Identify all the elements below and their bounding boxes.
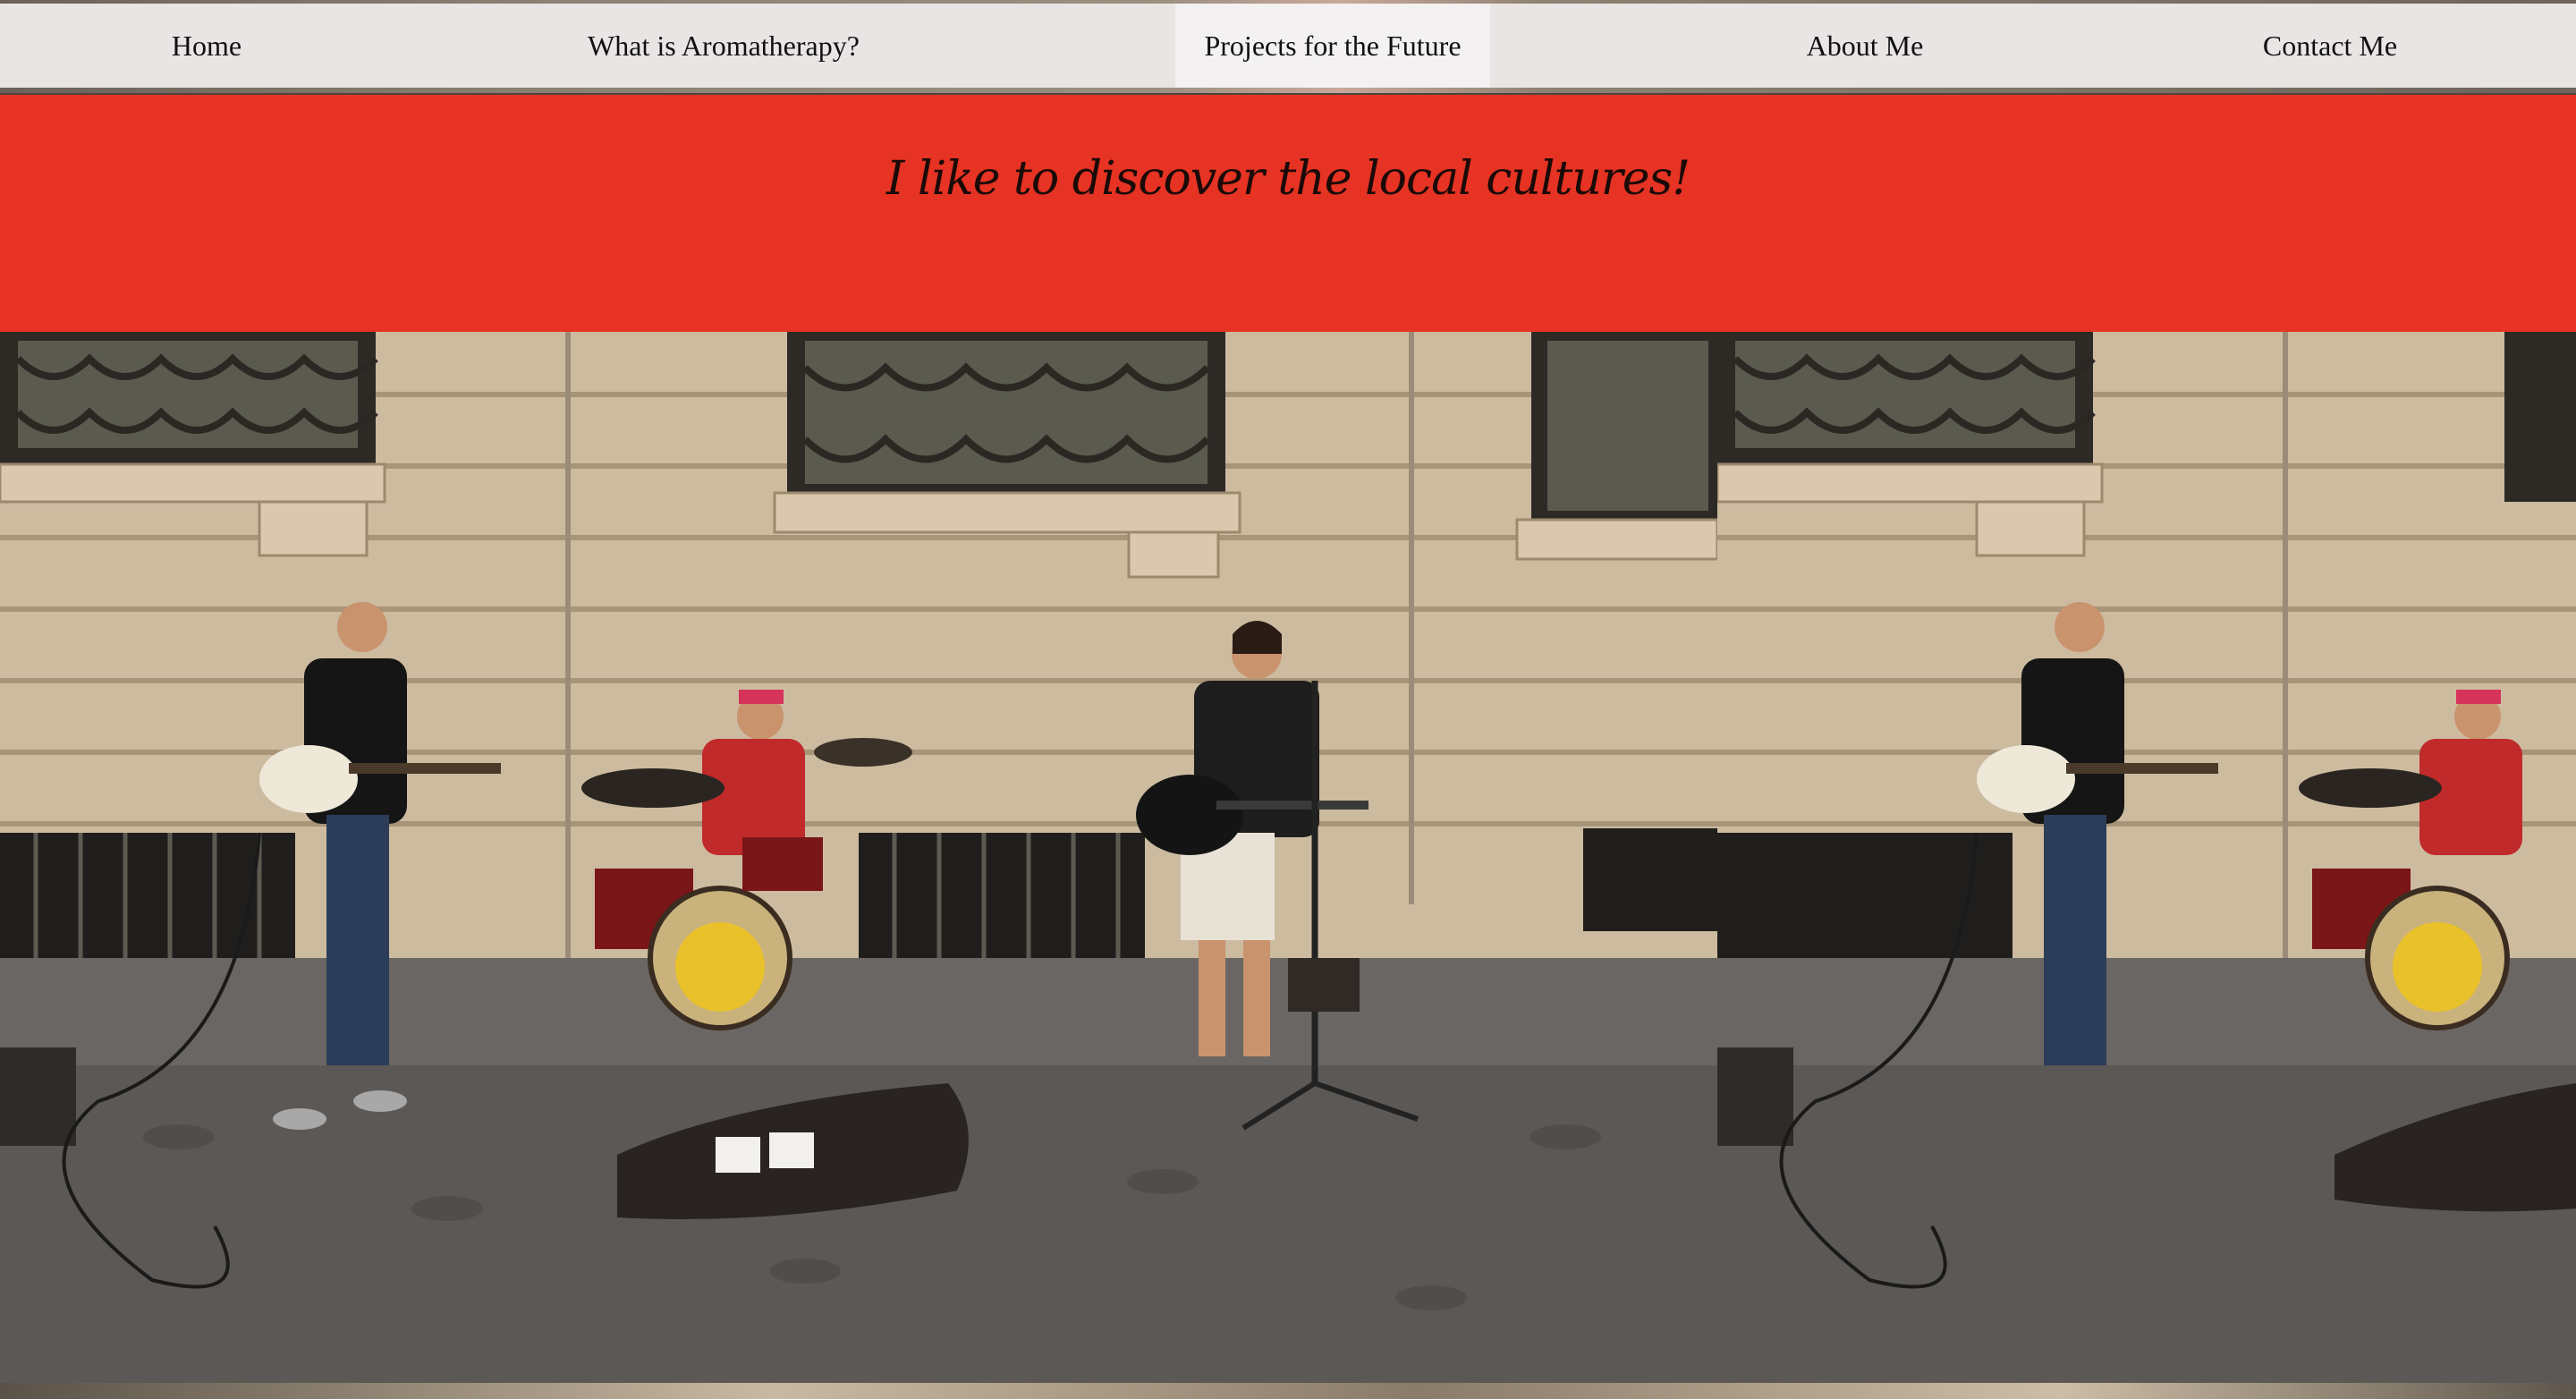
nav-item-projects[interactable]: Projects for the Future	[1175, 4, 1490, 88]
street-musicians-photo	[0, 332, 1717, 1383]
nav-item-home[interactable]: Home	[0, 4, 413, 88]
nav-item-aromatherapy[interactable]: What is Aromatherapy?	[413, 4, 1034, 88]
banner-heading: I like to discover the local cultures!	[886, 152, 1690, 206]
nav-item-about[interactable]: About Me	[1646, 4, 2084, 88]
street-musicians-photo-repeat	[1717, 332, 2576, 1383]
nav-item-contact[interactable]: Contact Me	[2084, 4, 2576, 88]
main-nav: Home What is Aromatherapy? Projects for …	[0, 4, 2576, 88]
hero-banner	[0, 95, 2576, 332]
background-photo-strip-bottom	[0, 1383, 2576, 1399]
